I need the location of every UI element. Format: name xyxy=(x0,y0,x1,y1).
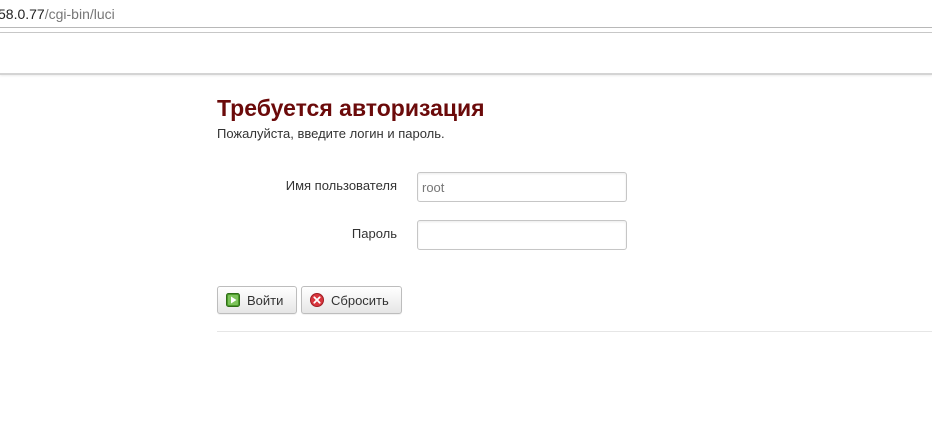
page-title: Требуется авторизация xyxy=(217,95,485,121)
reset-button[interactable]: Сбросить xyxy=(301,286,402,314)
username-input[interactable] xyxy=(417,172,627,202)
login-button-label: Войти xyxy=(247,292,284,308)
play-icon xyxy=(226,293,240,307)
username-row: Имя пользователя xyxy=(217,172,932,202)
url-text: 58.0.77/cgi-bin/luci xyxy=(0,6,115,22)
password-row: Пароль xyxy=(217,220,932,250)
url-path: /cgi-bin/luci xyxy=(44,6,115,22)
login-button[interactable]: Войти xyxy=(217,286,297,314)
password-label: Пароль xyxy=(351,226,397,241)
address-bar[interactable]: 58.0.77/cgi-bin/luci xyxy=(0,0,932,28)
page-header xyxy=(0,33,932,75)
cancel-icon xyxy=(310,293,324,307)
login-form: Требуется авторизация Пожалуйста, введит… xyxy=(217,92,932,332)
url-host: 58.0.77 xyxy=(0,6,45,22)
page-subtitle: Пожалуйста, введите логин и пароль. xyxy=(217,126,445,141)
form-divider xyxy=(217,331,932,332)
username-label: Имя пользователя xyxy=(285,178,397,193)
password-input[interactable] xyxy=(417,220,627,250)
reset-button-label: Сбросить xyxy=(331,292,389,308)
